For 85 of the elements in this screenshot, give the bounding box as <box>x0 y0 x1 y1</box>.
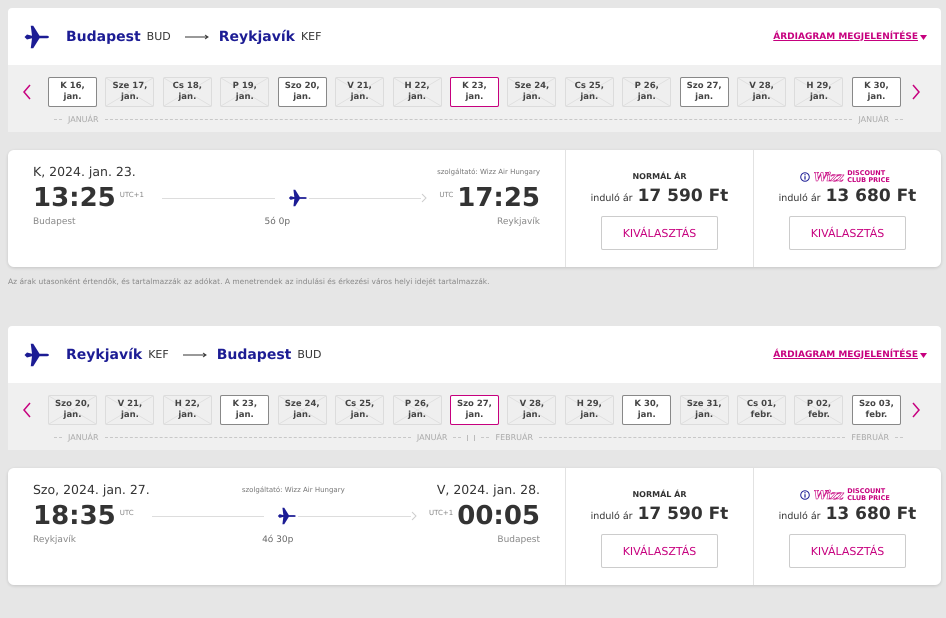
price-chart-link[interactable]: ÁRDIAGRAM MEGJELENÍTÉSE <box>773 350 927 360</box>
select-button[interactable]: KIVÁLASZTÁS <box>789 216 906 250</box>
departure-city: Reykjavík <box>33 535 76 545</box>
price-prefix: induló ár <box>590 193 633 204</box>
date-chip[interactable]: P 02, febr. <box>794 395 844 425</box>
destination-city: Reykjavík <box>218 28 295 44</box>
arrow-icon <box>182 352 207 358</box>
date-chip[interactable]: K 30, jan. <box>852 77 901 107</box>
month-label: JANUÁR <box>68 115 99 124</box>
month-label: FEBRUÁR <box>495 433 534 442</box>
departure-date: K, 2024. jan. 23. <box>33 164 136 179</box>
arrival-time: 00:05 <box>457 501 540 531</box>
fare-price: 17 590 Ft <box>638 504 728 524</box>
date-chip[interactable]: K 30, jan. <box>622 395 672 425</box>
departure-date: Szo, 2024. jan. 27. <box>33 482 150 497</box>
departure-time: 13:25 <box>33 183 116 213</box>
month-label: JANUÁR <box>68 433 99 442</box>
origin-city: Budapest <box>66 28 141 44</box>
date-chip[interactable]: V 21, jan. <box>335 77 384 107</box>
departure-time: 18:35 <box>33 501 116 531</box>
fare-title: NORMÁL ÁR <box>632 490 687 501</box>
origin-code: KEF <box>148 348 169 361</box>
price-prefix: induló ár <box>590 511 633 522</box>
date-chip[interactable]: Sze 24, jan. <box>507 77 556 107</box>
arrival-date: V, 2024. jan. 28. <box>436 482 540 497</box>
month-label: JANUÁR <box>858 115 889 124</box>
month-label: JANUÁR <box>416 433 448 442</box>
arrow-icon <box>184 34 209 40</box>
club-logo: Wizz <box>814 488 844 502</box>
date-chip[interactable]: Sze 24, jan. <box>278 395 327 425</box>
destination-code: KEF <box>300 30 322 43</box>
date-chip[interactable]: P 19, jan. <box>220 77 270 107</box>
destination-city: Budapest <box>216 346 292 362</box>
date-chip[interactable]: Szo 03, febr. <box>852 395 901 425</box>
date-chip[interactable]: Sze 17, jan. <box>105 77 154 107</box>
price-chart-link[interactable]: ÁRDIAGRAM MEGJELENÍTÉSE <box>773 32 927 42</box>
month-label: FEBRUÁR <box>851 433 889 442</box>
date-chip[interactable]: Cs 25, jan. <box>335 395 384 425</box>
date-chip[interactable]: K 23, jan. <box>450 77 499 107</box>
date-chip[interactable]: H 22, jan. <box>162 395 212 425</box>
select-button[interactable]: KIVÁLASZTÁS <box>601 534 718 568</box>
date-chip[interactable]: V 28, jan. <box>507 395 556 425</box>
fare-price: 13 680 Ft <box>826 504 916 524</box>
arrival-city: Budapest <box>497 535 540 545</box>
info-icon[interactable] <box>800 490 810 500</box>
date-chip[interactable]: Szo 27, jan. <box>450 395 499 425</box>
destination-code: BUD <box>297 348 322 361</box>
date-chip[interactable]: Cs 25, jan. <box>564 77 614 107</box>
date-chip[interactable]: Szo 27, jan. <box>680 77 729 107</box>
fare-price: 17 590 Ft <box>638 186 728 206</box>
fare-title: NORMÁL ÁR <box>632 172 687 183</box>
date-chip[interactable]: V 21, jan. <box>105 395 154 425</box>
airplane-icon <box>276 505 298 527</box>
date-chip[interactable]: P 26, jan. <box>622 77 672 107</box>
caret-icon <box>920 34 927 40</box>
club-logo: Wizz <box>814 170 844 184</box>
arrowhead-icon <box>411 511 418 521</box>
origin-city: Reykjavík <box>66 346 142 362</box>
caret-icon <box>920 352 927 358</box>
date-chip[interactable]: H 29, jan. <box>564 395 614 425</box>
select-button[interactable]: KIVÁLASZTÁS <box>601 216 718 250</box>
date-chip[interactable]: K 23, jan. <box>220 395 270 425</box>
date-chip[interactable]: K 16, jan. <box>48 77 97 107</box>
date-chip[interactable]: Cs 18, jan. <box>162 77 212 107</box>
date-chip[interactable]: Szo 20, jan. <box>48 395 97 425</box>
flight-duration: 4ó 30p <box>261 535 294 545</box>
date-chip[interactable]: H 29, jan. <box>794 77 844 107</box>
date-chip[interactable]: V 28, jan. <box>737 77 786 107</box>
airplane-icon <box>286 187 309 209</box>
fare-price: 13 680 Ft <box>826 186 916 206</box>
date-chip[interactable]: Sze 31, jan. <box>680 395 729 425</box>
origin-code: BUD <box>146 30 171 43</box>
info-icon[interactable] <box>800 172 810 182</box>
arrowhead-icon <box>421 193 428 203</box>
price-prefix: induló ár <box>778 511 821 522</box>
departure-city: Budapest <box>33 217 76 227</box>
flight-duration: 5ó 0p <box>264 217 292 227</box>
date-chip[interactable]: Cs 01, febr. <box>737 395 786 425</box>
price-prefix: induló ár <box>778 193 821 204</box>
select-button[interactable]: KIVÁLASZTÁS <box>789 534 906 568</box>
date-chip[interactable]: H 22, jan. <box>392 77 442 107</box>
arrival-time: 17:25 <box>457 183 540 213</box>
date-chip[interactable]: P 26, jan. <box>392 395 442 425</box>
date-chip[interactable]: Szo 20, jan. <box>278 77 327 107</box>
arrival-city: Reykjavík <box>497 217 540 227</box>
